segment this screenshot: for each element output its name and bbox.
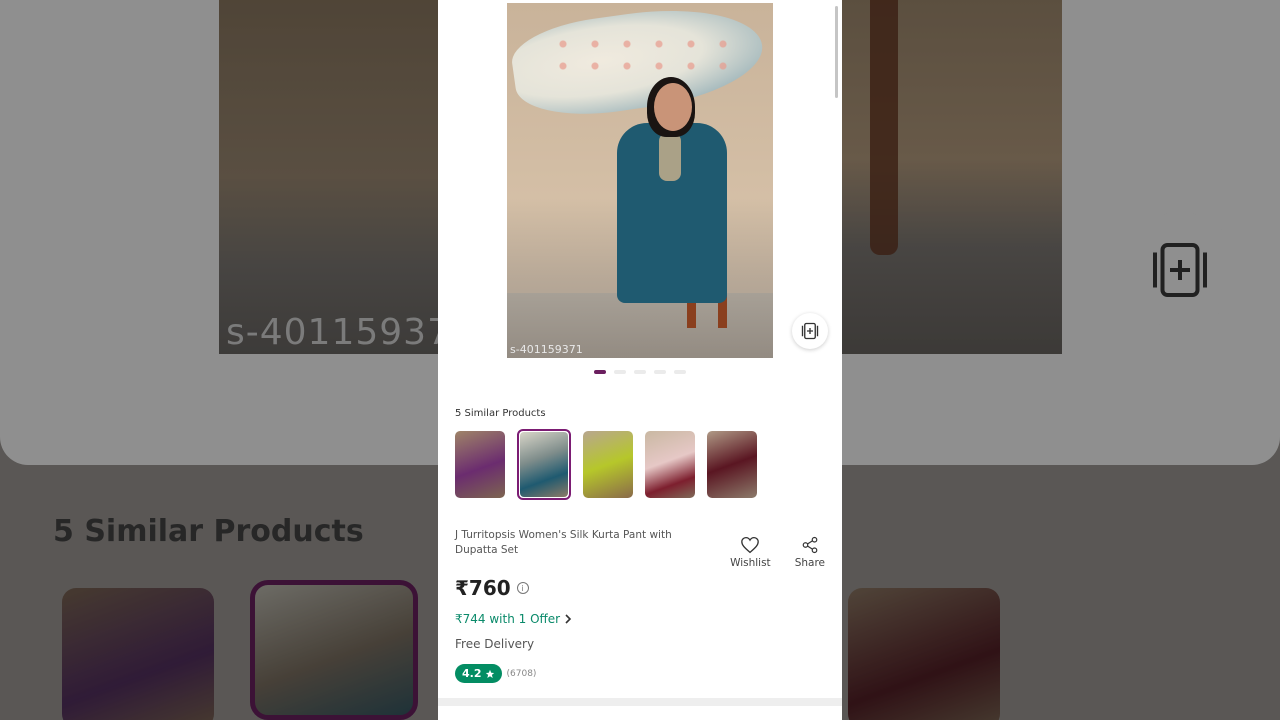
similar-product-thumb[interactable] <box>583 431 633 498</box>
similar-product-thumb[interactable] <box>645 431 695 498</box>
product-panel: s-401159371 5 Similar Products J Turrito… <box>438 0 842 720</box>
product-actions: Wishlist Share <box>730 536 825 569</box>
share-icon <box>802 536 818 554</box>
photo-dupatta-print <box>547 33 727 83</box>
share-button[interactable]: Share <box>795 536 825 569</box>
pagination-dot[interactable] <box>614 370 626 374</box>
offer-link[interactable]: ₹744 with 1 Offer <box>455 612 825 626</box>
pagination-dot[interactable] <box>674 370 686 374</box>
similar-product-thumb[interactable] <box>455 431 505 498</box>
product-title: J Turritopsis Women's Silk Kurta Pant wi… <box>455 529 672 556</box>
offer-text: ₹744 with 1 Offer <box>455 612 561 626</box>
delivery-info: Free Delivery <box>455 637 535 651</box>
star-icon <box>485 669 494 678</box>
gallery-pagination <box>438 370 842 374</box>
rating-value: 4.2 <box>462 667 482 680</box>
photo-face <box>654 83 692 131</box>
heart-icon <box>741 536 760 554</box>
section-divider <box>438 698 842 706</box>
pagination-dot[interactable] <box>634 370 646 374</box>
similar-product-thumb[interactable] <box>707 431 757 498</box>
rating-badge: 4.2 <box>455 664 502 683</box>
product-gallery[interactable]: s-401159371 <box>438 0 842 394</box>
pagination-dot[interactable] <box>654 370 666 374</box>
rating-count: (6708) <box>506 668 537 679</box>
copy-button[interactable] <box>792 313 828 349</box>
similar-products-list <box>455 429 825 500</box>
similar-products-title: 5 Similar Products <box>455 408 546 419</box>
scrollbar[interactable] <box>835 6 838 98</box>
photo-embroidery <box>659 133 681 181</box>
info-icon[interactable]: i <box>516 582 529 594</box>
wishlist-button[interactable]: Wishlist <box>730 536 771 569</box>
pagination-dot-active[interactable] <box>594 370 606 374</box>
image-watermark: s-401159371 <box>510 343 583 356</box>
similar-products-section: 5 Similar Products <box>438 394 842 500</box>
product-main-image[interactable]: s-401159371 <box>507 3 773 358</box>
product-price: ₹760 <box>455 576 511 600</box>
wishlist-label: Wishlist <box>730 557 771 569</box>
similar-product-thumb-selected[interactable] <box>517 429 571 500</box>
price-row: ₹760 i <box>455 576 825 600</box>
chevron-right-icon <box>565 614 572 624</box>
copy-plus-icon <box>801 322 819 340</box>
product-details: J Turritopsis Women's Silk Kurta Pant wi… <box>438 500 842 683</box>
share-label: Share <box>794 557 825 569</box>
rating-row[interactable]: 4.2 (6708) <box>455 664 825 683</box>
